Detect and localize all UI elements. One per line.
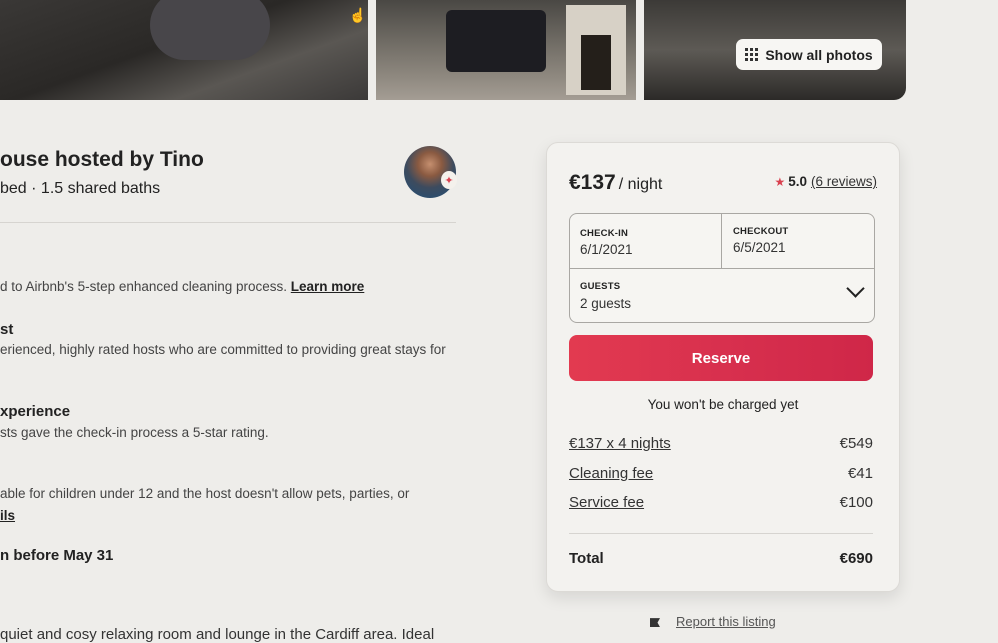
no-charge-note: You won't be charged yet xyxy=(647,397,799,412)
card-divider xyxy=(569,533,873,534)
cancellation-heading: n before May 31 xyxy=(0,547,114,564)
checkin-value: 6/1/2021 xyxy=(580,242,633,257)
total-value: €690 xyxy=(839,550,873,567)
hand-cursor-icon: ☝ xyxy=(349,7,367,23)
listing-photo-2[interactable] xyxy=(376,0,636,100)
report-listing-link[interactable]: Report this listing xyxy=(676,614,776,629)
show-all-photos-label: Show all photos xyxy=(765,46,873,63)
checkin-field[interactable]: CHECK-IN 6/1/2021 xyxy=(570,214,721,268)
guests-field[interactable]: GUESTS 2 guests xyxy=(570,269,874,322)
fee-label[interactable]: Cleaning fee xyxy=(569,465,653,482)
reserve-button[interactable]: Reserve xyxy=(569,335,873,381)
nightly-price: €137/ night xyxy=(569,171,662,195)
checkout-value: 6/5/2021 xyxy=(733,240,786,255)
superhost-heading: st xyxy=(0,321,14,338)
checkout-label: CHECKOUT xyxy=(733,226,789,237)
checkout-field[interactable]: CHECKOUT 6/5/2021 xyxy=(722,214,874,268)
total-label: Total xyxy=(569,550,604,567)
fee-row-cleaning: Cleaning fee €41 xyxy=(569,465,873,482)
report-listing: Report this listing xyxy=(650,614,776,629)
learn-more-link[interactable]: Learn more xyxy=(291,279,365,294)
flag-icon xyxy=(650,618,660,628)
house-rules-link[interactable]: ils xyxy=(0,508,15,523)
checkin-heading: xperience xyxy=(0,403,71,420)
photo-detail xyxy=(581,35,611,90)
photo-detail xyxy=(150,0,270,60)
per-night-label: / night xyxy=(618,176,663,193)
checkin-label: CHECK-IN xyxy=(580,228,629,239)
fee-value: €100 xyxy=(839,494,873,511)
listing-photo-1[interactable] xyxy=(0,0,368,100)
checkin-text: sts gave the check-in process a 5-star r… xyxy=(0,425,269,440)
fee-value: €549 xyxy=(839,435,873,452)
star-icon: ★ xyxy=(774,175,786,189)
photo-detail xyxy=(446,10,546,72)
listing-description: quiet and cosy relaxing room and lounge … xyxy=(0,626,435,643)
date-guest-picker: CHECK-IN 6/1/2021 CHECKOUT 6/5/2021 GUES… xyxy=(569,213,875,323)
house-rules-text: able for children under 12 and the host … xyxy=(0,486,410,501)
listing-subtitle: bed · 1.5 shared baths xyxy=(0,180,161,197)
fee-row-nights: €137 x 4 nights €549 xyxy=(569,435,873,452)
show-all-photos-button[interactable]: Show all photos xyxy=(736,39,882,70)
rating-summary: ★ 5.0 (6 reviews) xyxy=(774,174,877,189)
booking-card: €137/ night ★ 5.0 (6 reviews) CHECK-IN 6/1… xyxy=(546,142,900,592)
cleaning-description: d to Airbnb's 5-step enhanced cleaning p… xyxy=(0,279,288,294)
superhost-text: erienced, highly rated hosts who are com… xyxy=(0,342,446,357)
total-row: Total €690 xyxy=(569,550,873,567)
price-value: €137 xyxy=(569,171,616,194)
rating-score: 5.0 xyxy=(788,174,807,189)
reviews-link[interactable]: (6 reviews) xyxy=(811,174,877,189)
guests-value: 2 guests xyxy=(580,296,632,311)
fee-value: €41 xyxy=(847,465,873,482)
listing-title: ouse hosted by Tino xyxy=(0,148,204,171)
section-divider xyxy=(0,222,456,223)
fee-label[interactable]: €137 x 4 nights xyxy=(569,435,671,452)
fee-label[interactable]: Service fee xyxy=(569,494,644,511)
cleaning-text: d to Airbnb's 5-step enhanced cleaning p… xyxy=(0,279,364,294)
grid-icon xyxy=(745,48,759,61)
fee-row-service: Service fee €100 xyxy=(569,494,873,511)
guests-label: GUESTS xyxy=(580,281,621,292)
superhost-badge-icon: ✦ xyxy=(441,171,457,189)
